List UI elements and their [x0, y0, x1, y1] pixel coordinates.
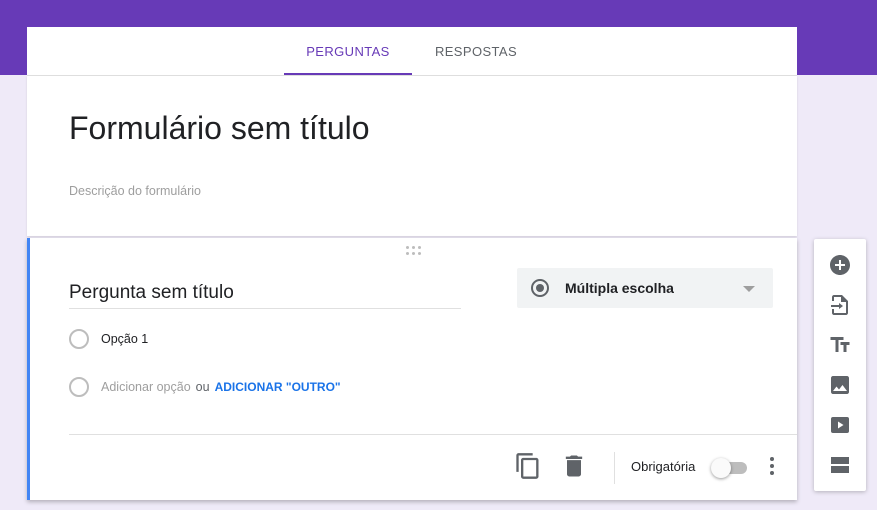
radio-button-icon [531, 279, 549, 297]
import-questions-icon[interactable] [828, 293, 852, 317]
add-question-icon[interactable] [828, 253, 852, 277]
add-option-row: Adicionar opção ou ADICIONAR "OUTRO" [69, 375, 341, 399]
more-vert-icon[interactable] [762, 454, 782, 478]
drag-handle-icon[interactable] [406, 246, 422, 256]
form-description[interactable]: Descrição do formulário [69, 184, 201, 198]
tab-questions[interactable]: PERGUNTAS [284, 27, 412, 75]
section-icon[interactable] [828, 453, 852, 477]
required-label: Obrigatória [631, 459, 696, 474]
duplicate-icon[interactable] [514, 452, 542, 480]
question-title-input[interactable]: Pergunta sem título [69, 282, 461, 309]
add-option-input[interactable]: Adicionar opção [101, 380, 191, 394]
question-card[interactable]: Pergunta sem título Múltipla escolha Opç… [27, 238, 797, 500]
video-icon[interactable] [828, 413, 852, 437]
image-icon[interactable] [828, 373, 852, 397]
form-title[interactable]: Formulário sem título [69, 110, 370, 147]
or-text: ou [195, 380, 210, 394]
question-type-label: Múltipla escolha [565, 280, 674, 296]
toggle-thumb [711, 458, 731, 478]
footer-separator [614, 452, 615, 484]
add-other-button[interactable]: ADICIONAR "OUTRO" [215, 380, 341, 394]
required-toggle[interactable] [711, 457, 749, 479]
side-toolbar [814, 239, 866, 491]
option-row: Opção 1 [69, 327, 148, 351]
footer-divider [69, 434, 797, 435]
tab-responses[interactable]: RESPOSTAS [412, 27, 540, 75]
title-text-icon[interactable] [828, 333, 852, 357]
chevron-down-icon [743, 286, 755, 292]
option-label-input[interactable]: Opção 1 [101, 332, 148, 346]
form-header-card: Formulário sem título Descrição do formu… [27, 76, 797, 236]
delete-icon[interactable] [560, 452, 588, 480]
tabs-bar: PERGUNTAS RESPOSTAS [27, 27, 797, 76]
question-type-select[interactable]: Múltipla escolha [517, 268, 773, 308]
radio-empty-icon [69, 377, 89, 397]
radio-empty-icon [69, 329, 89, 349]
